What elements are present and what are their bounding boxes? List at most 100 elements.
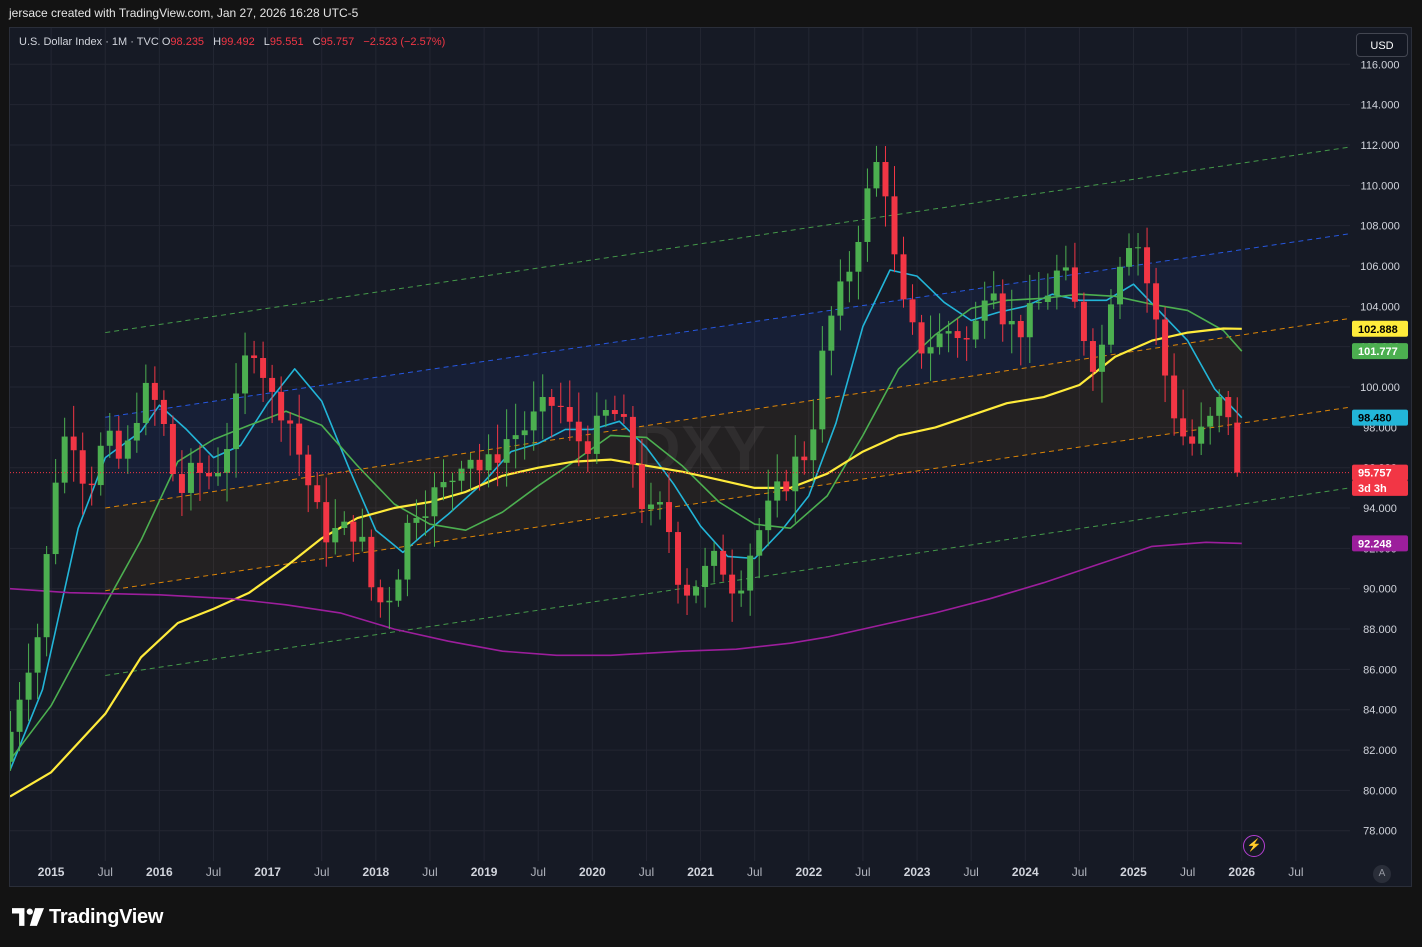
candle-up[interactable] <box>43 554 50 638</box>
candle-up[interactable] <box>133 422 140 441</box>
candle-up[interactable] <box>61 436 68 483</box>
candle-down[interactable] <box>115 430 122 459</box>
candle-up[interactable] <box>341 521 348 529</box>
candle-down[interactable] <box>638 464 645 509</box>
candle-up[interactable] <box>828 315 835 351</box>
candle-down[interactable] <box>783 481 790 492</box>
candle-up[interactable] <box>819 350 826 430</box>
candle-down[interactable] <box>954 331 961 339</box>
candle-down[interactable] <box>566 407 573 422</box>
candle-up[interactable] <box>503 439 510 463</box>
candle-down[interactable] <box>350 521 357 542</box>
candle-down[interactable] <box>620 414 627 417</box>
candle-down[interactable] <box>1153 283 1160 320</box>
candle-up[interactable] <box>927 347 934 354</box>
candle-up[interactable] <box>1107 304 1114 345</box>
candle-up[interactable] <box>97 445 104 486</box>
candle-up[interactable] <box>395 579 402 601</box>
candle-up[interactable] <box>10 731 14 762</box>
candle-up[interactable] <box>1207 415 1214 427</box>
candle-down[interactable] <box>720 550 727 575</box>
candle-down[interactable] <box>296 423 303 455</box>
candle-up[interactable] <box>1126 248 1133 267</box>
candle-down[interactable] <box>476 459 483 471</box>
candle-down[interactable] <box>548 397 555 406</box>
candle-up[interactable] <box>214 472 221 477</box>
candle-up[interactable] <box>449 480 456 483</box>
candle-up[interactable] <box>187 462 194 493</box>
candle-up[interactable] <box>1116 266 1123 305</box>
candle-down[interactable] <box>323 502 330 543</box>
candle-down[interactable] <box>314 485 321 503</box>
candle-up[interactable] <box>656 502 663 505</box>
candle-down[interactable] <box>494 454 501 463</box>
candle-down[interactable] <box>196 462 203 473</box>
candle-up[interactable] <box>413 517 420 523</box>
candle-down[interactable] <box>999 293 1006 325</box>
candle-up[interactable] <box>765 500 772 531</box>
candle-down[interactable] <box>675 532 682 585</box>
candle-down[interactable] <box>260 358 267 378</box>
candle-up[interactable] <box>1098 344 1105 372</box>
candle-down[interactable] <box>891 196 898 255</box>
candle-down[interactable] <box>900 254 907 300</box>
candle-up[interactable] <box>990 293 997 301</box>
candle-down[interactable] <box>1171 375 1178 419</box>
candle-down[interactable] <box>160 399 167 425</box>
candle-down[interactable] <box>287 420 294 424</box>
candle-up[interactable] <box>945 331 952 334</box>
candle-up[interactable] <box>224 449 231 473</box>
candle-down[interactable] <box>1189 436 1196 444</box>
candle-up[interactable] <box>1062 267 1069 271</box>
candle-up[interactable] <box>467 459 474 469</box>
candle-up[interactable] <box>1008 321 1015 325</box>
candle-up[interactable] <box>422 516 429 518</box>
candle-up[interactable] <box>774 481 781 501</box>
candlestick-chart[interactable]: DXY 116.000114.000112.000110.000108.0001… <box>10 28 1411 886</box>
candle-up[interactable] <box>458 468 465 481</box>
candle-down[interactable] <box>1080 301 1087 342</box>
candle-down[interactable] <box>684 584 691 596</box>
candle-down[interactable] <box>1162 319 1169 376</box>
candle-up[interactable] <box>837 281 844 316</box>
candle-up[interactable] <box>602 410 609 416</box>
candle-down[interactable] <box>205 472 212 477</box>
candle-up[interactable] <box>386 600 393 603</box>
time-axis[interactable]: 2015 Jul 2016 Jul 2017 Jul 2018 Jul 2019 Jul 2020 J… <box>38 865 1304 879</box>
candle-down[interactable] <box>251 355 258 359</box>
currency-button[interactable]: USD <box>1356 33 1408 57</box>
candle-up[interactable] <box>873 162 880 189</box>
candle-up[interactable] <box>1026 303 1033 338</box>
tradingview-brand[interactable]: TradingView <box>12 905 163 929</box>
candle-down[interactable] <box>1089 341 1096 372</box>
candle-up[interactable] <box>233 393 240 450</box>
price-axis[interactable]: 116.000 114.000 112.000 110.000 108.000 106.0… <box>1360 59 1400 837</box>
candle-up[interactable] <box>530 411 537 431</box>
candle-up[interactable] <box>1216 397 1223 416</box>
chart-frame[interactable]: DXY 116.000 114.000 112.000 110.000 108.000 1… <box>9 27 1412 887</box>
candle-up[interactable] <box>972 320 979 340</box>
candle-down[interactable] <box>918 322 925 354</box>
candle-up[interactable] <box>431 487 438 517</box>
candle-up[interactable] <box>521 430 528 436</box>
candle-down[interactable] <box>169 424 176 475</box>
candle-up[interactable] <box>359 536 366 542</box>
candle-up[interactable] <box>16 699 23 732</box>
auto-scale-button[interactable]: A <box>1373 865 1391 883</box>
candle-up[interactable] <box>106 430 113 446</box>
candle-up[interactable] <box>593 415 600 454</box>
candle-down[interactable] <box>665 502 672 533</box>
candle-up[interactable] <box>539 397 546 412</box>
candle-down[interactable] <box>79 450 86 484</box>
candle-up[interactable] <box>810 429 817 461</box>
candle-down[interactable] <box>882 162 889 197</box>
candle-up[interactable] <box>1135 247 1142 249</box>
candle-down[interactable] <box>377 587 384 603</box>
candle-down[interactable] <box>629 416 636 465</box>
candle-up[interactable] <box>332 528 339 543</box>
candle-down[interactable] <box>909 299 916 323</box>
candle-down[interactable] <box>151 382 158 400</box>
lightning-bolt-icon[interactable]: ⚡ <box>1243 835 1265 857</box>
candle-up[interactable] <box>440 482 447 488</box>
candle-up[interactable] <box>855 241 862 272</box>
